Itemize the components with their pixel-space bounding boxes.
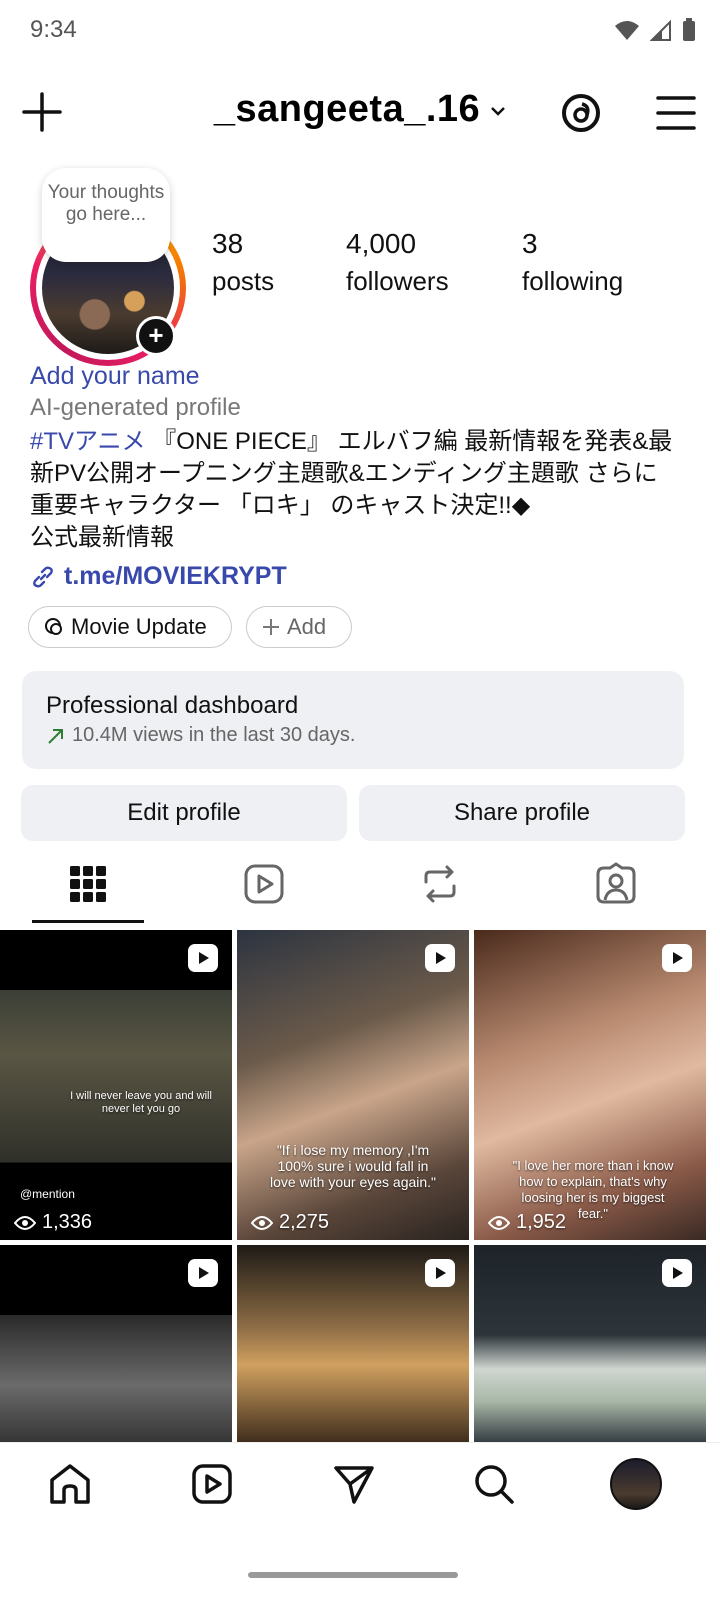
edit-profile-button[interactable]: Edit profile: [21, 785, 347, 841]
highlight-add[interactable]: Add: [246, 606, 352, 648]
bio-line: 公式最新情報: [30, 524, 174, 551]
view-count-text: 2,275: [279, 1211, 330, 1233]
post-tile[interactable]: "If i lose my memory ,I'm 100% sure i wo…: [237, 930, 469, 1240]
post-tile[interactable]: [474, 1245, 706, 1445]
add-name-link[interactable]: Add your name: [30, 362, 200, 391]
home-indicator[interactable]: [248, 1572, 458, 1578]
home-icon[interactable]: [48, 1462, 92, 1506]
reel-icon: [188, 1259, 218, 1287]
bio-line: 『ONE PIECE』 エルバフ編 最新情報を発表&最: [145, 428, 673, 455]
trend-up-arrow-icon: [48, 728, 63, 744]
wifi-icon: [615, 21, 639, 40]
post-tile[interactable]: [237, 1245, 469, 1445]
chevron-down-icon: [491, 107, 506, 116]
stat-following[interactable]: 3 following: [522, 228, 623, 297]
plus-icon: [263, 619, 279, 635]
search-icon[interactable]: [472, 1462, 516, 1506]
post-mention: @mention: [20, 1187, 75, 1201]
bio-hashtag[interactable]: #TVアニメ: [30, 428, 146, 455]
bio-link[interactable]: t.me/MOVIEKRYPT: [30, 562, 287, 591]
reel-icon: [425, 944, 455, 972]
posts-label: posts: [212, 266, 275, 296]
dashboard-subtitle: 10.4M views in the last 30 days.: [46, 724, 355, 747]
active-tab-indicator: [32, 920, 144, 923]
threads-chat-icon: [45, 618, 62, 635]
view-count: 1,336: [14, 1211, 92, 1234]
followers-count: 4,000: [346, 228, 417, 259]
reposts-tab-icon[interactable]: [418, 862, 462, 906]
bio: #TVアニメ 『ONE PIECE』 エルバフ編 最新情報を発表&最 新PV公開…: [30, 426, 690, 554]
posts-count: 38: [212, 228, 244, 259]
reels-tab-icon[interactable]: [242, 862, 286, 906]
following-count: 3: [522, 228, 538, 259]
post-caption: I will never leave you and will never le…: [70, 1090, 212, 1115]
highlight-movie-update[interactable]: Movie Update: [28, 606, 232, 648]
view-count-text: 1,952: [516, 1211, 567, 1233]
post-tile[interactable]: I will never leave you and will never le…: [0, 930, 232, 1240]
following-label: following: [522, 266, 624, 296]
bio-link-text: t.me/MOVIEKRYPT: [64, 562, 287, 590]
signal-icon: [650, 19, 671, 41]
bio-line: 新PV公開オープニング主題歌&エンディング主題歌 さらに: [30, 460, 658, 487]
professional-dashboard[interactable]: [22, 671, 684, 769]
reel-icon: [425, 1259, 455, 1287]
tagged-tab-icon[interactable]: [594, 862, 638, 906]
add-story-button[interactable]: +: [136, 316, 176, 356]
status-icons: [614, 18, 696, 42]
username-switcher[interactable]: _sangeeta_.16: [0, 88, 720, 131]
reel-icon: [662, 1259, 692, 1287]
ai-generated-label: AI-generated profile: [30, 394, 241, 421]
grid-tab-icon[interactable]: [66, 862, 110, 906]
view-count: 1,952: [488, 1211, 566, 1234]
share-profile-button[interactable]: Share profile: [359, 785, 685, 841]
reels-icon[interactable]: [190, 1462, 234, 1506]
view-count-text: 1,336: [42, 1211, 93, 1233]
followers-label: followers: [346, 266, 449, 296]
reel-icon: [662, 944, 692, 972]
status-time: 9:34: [30, 16, 77, 43]
post-tile[interactable]: [0, 1245, 232, 1445]
post-caption: "If i lose my memory ,I'm 100% sure i wo…: [269, 1142, 437, 1190]
reel-icon: [188, 944, 218, 972]
eye-icon: [251, 1215, 273, 1230]
note-bubble[interactable]: Your thoughts go here...: [42, 168, 170, 262]
dashboard-title: Professional dashboard: [46, 692, 299, 719]
link-icon: [33, 565, 53, 588]
stat-followers[interactable]: 4,000 followers: [346, 228, 449, 297]
eye-icon: [14, 1215, 36, 1230]
direct-message-icon[interactable]: [332, 1462, 376, 1506]
view-count: 2,275: [251, 1211, 329, 1234]
profile-tab-avatar[interactable]: [610, 1458, 662, 1510]
eye-icon: [488, 1215, 510, 1230]
username-text: _sangeeta_.16: [213, 88, 481, 130]
dashboard-views-text: 10.4M views in the last 30 days.: [72, 724, 356, 746]
post-tile[interactable]: "I love her more than i know how to expl…: [474, 930, 706, 1240]
bio-line: 重要キャラクター 「ロキ」 のキャスト決定!!◆: [30, 492, 531, 519]
stat-posts[interactable]: 38 posts: [212, 228, 274, 297]
highlight-label: Movie Update: [71, 614, 207, 639]
menu-icon[interactable]: [656, 95, 696, 131]
battery-icon: [683, 18, 695, 41]
threads-icon[interactable]: [560, 92, 602, 134]
highlight-add-label: Add: [287, 614, 327, 639]
